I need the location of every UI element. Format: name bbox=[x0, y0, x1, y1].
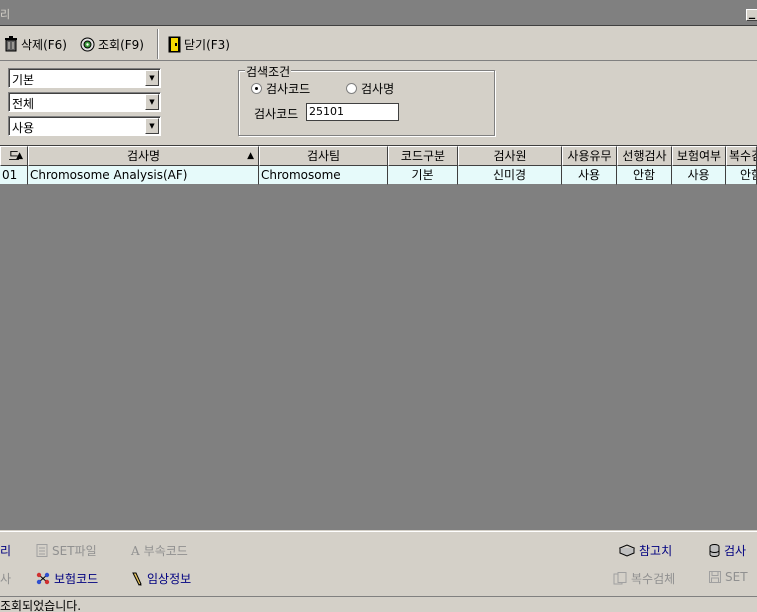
column-header-code-type[interactable]: 코드구분 bbox=[388, 146, 458, 166]
column-header-team[interactable]: 검사팀 bbox=[259, 146, 388, 166]
column-header-code[interactable]: 드 ▲ bbox=[0, 146, 28, 166]
column-header-examiner[interactable]: 검사원 bbox=[458, 146, 562, 166]
cell-team: Chromosome bbox=[259, 166, 388, 185]
cell-code: 01 bbox=[0, 166, 28, 185]
status-bar: 조회되었습니다. bbox=[0, 596, 757, 612]
sub-code-button-label: 부속코드 bbox=[143, 544, 188, 558]
exit-door-icon bbox=[168, 36, 181, 52]
usage-select[interactable]: 사용 ▼ bbox=[8, 116, 161, 136]
search-condition-legend: 검색조건 bbox=[245, 63, 292, 80]
radio-search-by-name[interactable]: 검사명 bbox=[346, 80, 394, 97]
test-grid: 드▲ 검사명▲ 검사팀 코드구분 검사원 사용유무 선행검사 보험여부 복수검 … bbox=[0, 145, 757, 530]
insurance-code-button[interactable]: 보험코드 bbox=[36, 570, 98, 587]
examiner-button[interactable]: 사 bbox=[0, 570, 11, 587]
column-header-prerequisite[interactable]: 선행검사 bbox=[617, 146, 672, 166]
test-db-button[interactable]: 검사 bbox=[709, 542, 746, 559]
chevron-down-icon[interactable]: ▼ bbox=[145, 94, 159, 110]
search-button-label: 조회(F9) bbox=[98, 37, 144, 52]
column-header-in-use[interactable]: 사용유무 bbox=[562, 146, 617, 166]
status-message: 조회되었습니다. bbox=[0, 599, 82, 612]
window-title: 리 bbox=[0, 8, 11, 21]
radio-checked-icon bbox=[251, 83, 262, 94]
manage-button[interactable]: 리 bbox=[0, 542, 11, 559]
radio-search-by-code[interactable]: 검사코드 bbox=[251, 80, 310, 97]
multiple-specimen-button-label: 복수검체 bbox=[631, 572, 676, 586]
document-icon bbox=[36, 544, 48, 557]
set-file-button-label: SET파일 bbox=[52, 544, 97, 558]
trash-icon bbox=[5, 36, 17, 52]
column-header-test-name[interactable]: 검사명 ▲ bbox=[28, 146, 259, 166]
radio-code-label: 검사코드 bbox=[266, 82, 311, 96]
clinical-info-button[interactable]: 임상정보 bbox=[131, 570, 191, 587]
cell-examiner: 신미경 bbox=[458, 166, 562, 185]
delete-button-label: 삭제(F6) bbox=[21, 37, 67, 52]
cell-multiple: 안함 bbox=[726, 166, 757, 185]
radio-unchecked-icon bbox=[346, 83, 357, 94]
reference-value-button-label: 참고치 bbox=[639, 544, 673, 558]
test-db-button-label: 검사 bbox=[724, 544, 747, 558]
delete-button[interactable]: 삭제(F6) bbox=[4, 34, 67, 54]
team-value: 전체 bbox=[12, 97, 35, 111]
sort-asc-icon: ▲ bbox=[247, 151, 254, 161]
usage-value: 사용 bbox=[12, 121, 35, 135]
code-type-select[interactable]: 기본 ▼ bbox=[8, 68, 161, 88]
title-bar: 리 ▁ bbox=[0, 0, 757, 26]
team-select[interactable]: 전체 ▼ bbox=[8, 92, 161, 112]
cell-test-name: Chromosome Analysis(AF) bbox=[28, 166, 259, 185]
reference-value-button[interactable]: 참고치 bbox=[619, 542, 672, 559]
search-button[interactable]: 조회(F9) bbox=[80, 34, 144, 54]
table-row[interactable]: 01 Chromosome Analysis(AF) Chromosome 기본… bbox=[0, 166, 757, 185]
clinical-info-button-label: 임상정보 bbox=[147, 572, 192, 586]
radio-name-label: 검사명 bbox=[361, 82, 395, 96]
column-header-multiple[interactable]: 복수검 bbox=[726, 146, 757, 166]
manage-button-label: 리 bbox=[0, 544, 12, 558]
column-header-insurance[interactable]: 보험여부 bbox=[672, 146, 726, 166]
clipboard-icon bbox=[613, 572, 627, 585]
grid-header: 드▲ 검사명▲ 검사팀 코드구분 검사원 사용유무 선행검사 보험여부 복수검 bbox=[0, 146, 757, 166]
pencil-icon bbox=[132, 572, 142, 586]
code-input[interactable]: 25101 bbox=[306, 103, 399, 121]
chevron-down-icon[interactable]: ▼ bbox=[145, 118, 159, 134]
floppy-icon bbox=[709, 571, 721, 583]
set-button-label: SET bbox=[725, 570, 748, 584]
cell-insurance: 사용 bbox=[672, 166, 726, 185]
close-button[interactable]: 닫기(F3) bbox=[168, 34, 230, 54]
disc-icon bbox=[80, 37, 95, 51]
examiner-button-label: 사 bbox=[0, 572, 12, 586]
close-button-label: 닫기(F3) bbox=[184, 37, 230, 52]
molecule-icon bbox=[36, 572, 50, 585]
cell-code-type: 기본 bbox=[388, 166, 458, 185]
cell-in-use: 사용 bbox=[562, 166, 617, 185]
sub-code-button[interactable]: A 부속코드 bbox=[131, 542, 188, 559]
font-a-icon: A bbox=[131, 543, 140, 558]
cell-prerequisite: 안함 bbox=[617, 166, 672, 185]
toolbar-separator bbox=[157, 29, 159, 59]
set-button[interactable]: SET bbox=[709, 570, 748, 584]
minimize-button[interactable]: ▁ bbox=[746, 9, 757, 21]
chevron-down-icon[interactable]: ▼ bbox=[145, 70, 159, 86]
sort-asc-icon: ▲ bbox=[16, 151, 23, 161]
toolbar: 삭제(F6) 조회(F9) 닫기(F3) bbox=[0, 27, 757, 61]
database-icon bbox=[709, 544, 720, 557]
code-field-label: 검사코드 bbox=[254, 107, 299, 121]
multiple-specimen-button[interactable]: 복수검체 bbox=[613, 570, 675, 587]
books-icon bbox=[619, 544, 635, 557]
search-condition-group: 검색조건 검사코드 검사명 검사코드 25101 bbox=[238, 63, 495, 136]
set-file-button[interactable]: SET파일 bbox=[36, 542, 97, 559]
insurance-code-button-label: 보험코드 bbox=[54, 572, 99, 586]
bottom-panel: 리 SET파일 A 부속코드 참고치 검사 사 보험코드 임상정보 복수검체 S… bbox=[0, 531, 757, 595]
code-type-value: 기본 bbox=[12, 73, 35, 87]
